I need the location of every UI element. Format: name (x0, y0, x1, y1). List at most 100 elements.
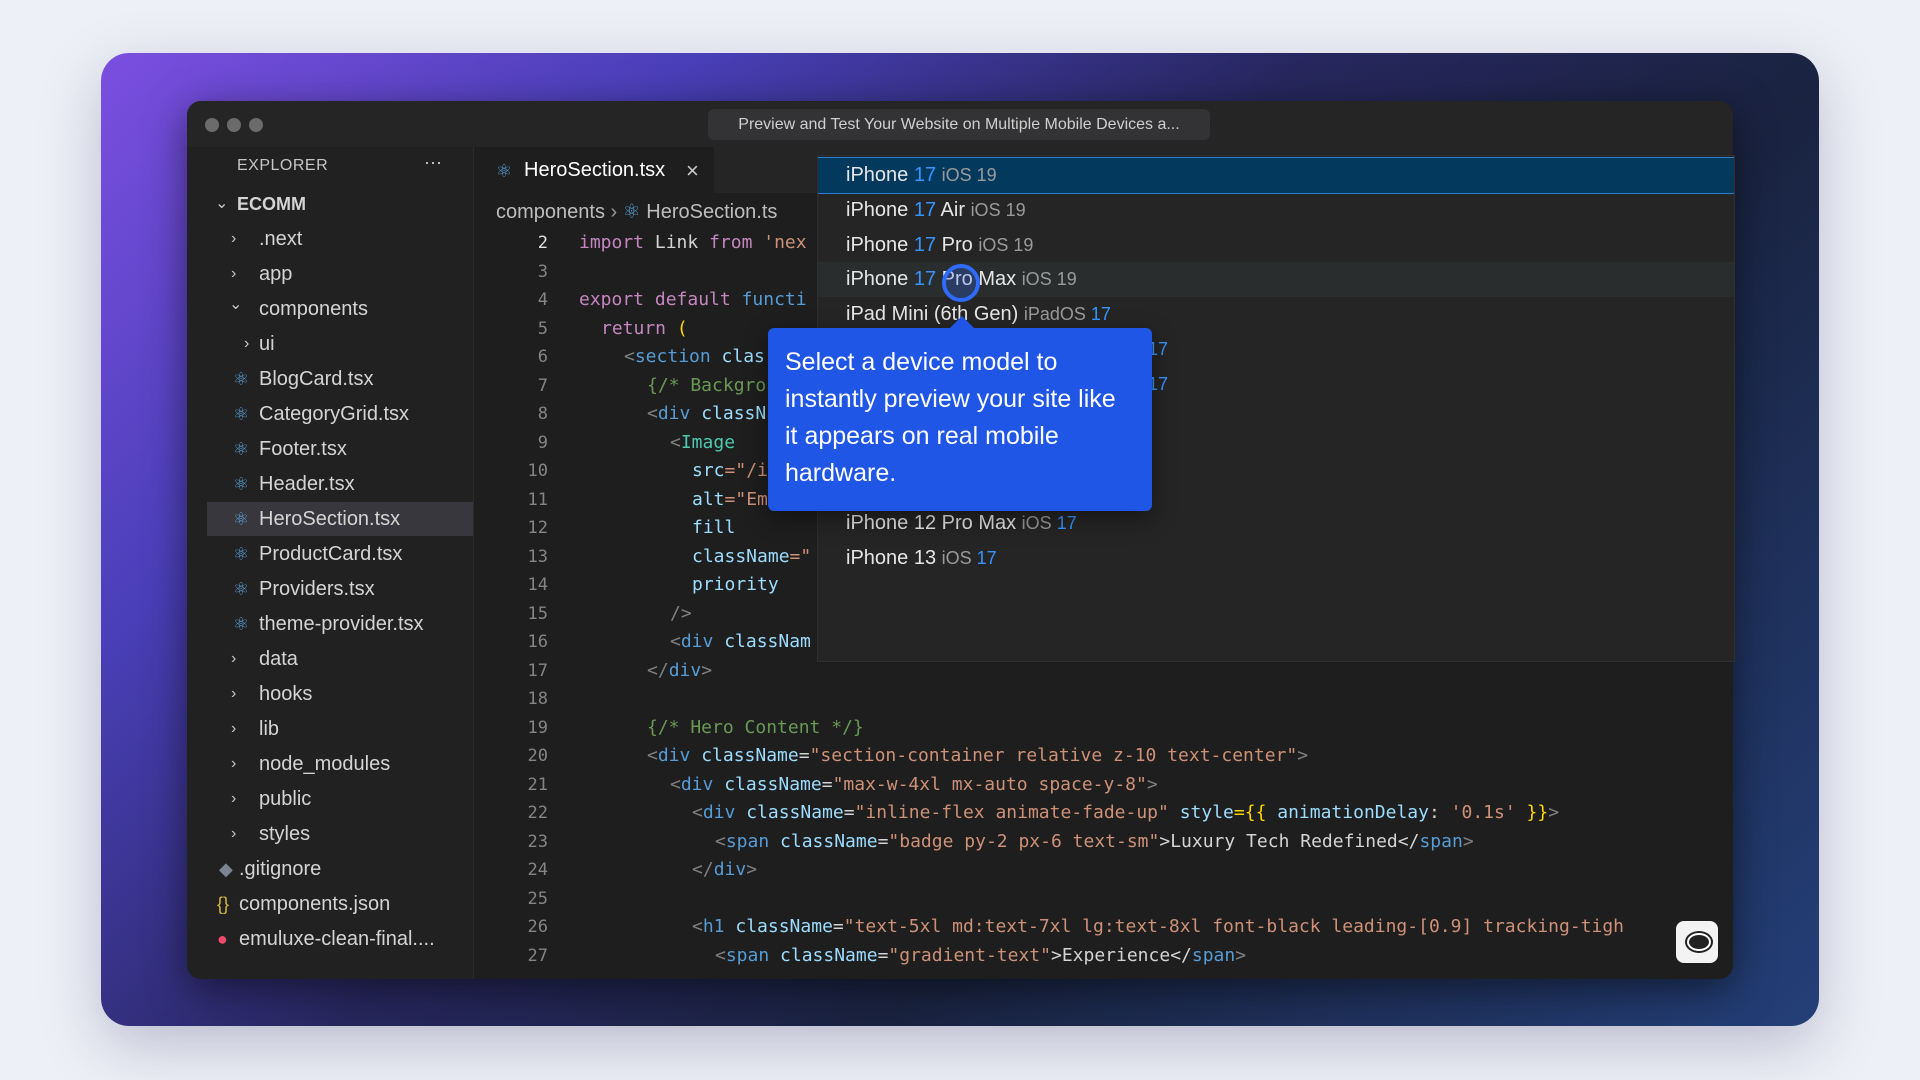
tab-herosection[interactable]: ⚛ HeroSection.tsx × (474, 147, 714, 195)
code-token: = (798, 745, 810, 766)
code-token: div (680, 631, 714, 652)
code-token: : (1428, 802, 1451, 823)
device-option[interactable]: iPhone 17 Pro iOS 19 (818, 228, 1734, 263)
close-window-dot[interactable] (205, 118, 219, 132)
line-number: 3 (537, 261, 548, 282)
breadcrumb-file[interactable]: HeroSection.ts (646, 201, 777, 223)
tree-item-herosection[interactable]: ⚛ HeroSection.tsx (207, 502, 473, 536)
device-option[interactable]: iPhone 17 iOS 19 (818, 157, 1734, 194)
tree-item-next[interactable]: › .next (207, 222, 473, 256)
tree-item-hooks[interactable]: › hooks (207, 677, 473, 711)
code-line-12: fill (692, 517, 735, 538)
tree-item-label: app (259, 263, 293, 285)
device-name-part: iPhone (846, 268, 914, 291)
device-option[interactable]: iPhone 17 Air iOS 19 (818, 193, 1734, 228)
code-token: < (692, 802, 703, 823)
react-icon: ⚛ (496, 161, 513, 181)
line-number: 26 (527, 917, 548, 937)
tree-item-emuluxe[interactable]: ● emuluxe-clean-final.... (207, 922, 473, 956)
code-token: = (821, 774, 833, 795)
tree-item-public[interactable]: › public (207, 782, 473, 816)
maximize-window-dot[interactable] (249, 118, 263, 132)
ellipsis-icon[interactable]: ⋯ (424, 153, 442, 174)
react-icon: ⚛ (233, 579, 250, 599)
device-name-part: 17 (913, 164, 937, 186)
code-token: functi (741, 289, 807, 310)
code-token: </ (692, 859, 714, 880)
tree-item-gitignore[interactable]: ◆ .gitignore (207, 852, 473, 886)
tree-item-label: .next (259, 228, 303, 250)
code-token: > (701, 660, 713, 681)
device-os-label: iOS 19 (978, 234, 1034, 255)
device-os-version: 17 (1090, 304, 1111, 325)
explorer-sidebar: EXPLORER ⋯ ⌄ ECOMM › .next › app ⌄ componen… (187, 147, 474, 979)
device-option-label: iPhone 17 Air iOS 19 (846, 193, 1026, 228)
tree-root-ecomm[interactable]: ⌄ ECOMM (207, 187, 473, 221)
tree-item-theme-provider[interactable]: ⚛ theme-provider.tsx (207, 607, 473, 641)
line-number: 21 (527, 774, 548, 795)
tree-item-data[interactable]: › data (207, 642, 473, 676)
tree-item-blogcard[interactable]: ⚛ BlogCard.tsx (207, 362, 473, 396)
code-token: animationDelay (1277, 802, 1429, 823)
device-option-label: iPhone 17 iOS 19 (846, 158, 997, 193)
device-name-part: iPhone (846, 164, 914, 186)
tree-item-components[interactable]: ⌄ components (207, 292, 473, 326)
code-token: className (735, 802, 844, 823)
code-token: ="/i (724, 460, 768, 481)
tree-item-header[interactable]: ⚛ Header.tsx (207, 467, 473, 501)
code-token: div (713, 859, 747, 880)
command-center-title[interactable]: Preview and Test Your Website on Multipl… (708, 109, 1210, 140)
tree-item-categorygrid[interactable]: ⚛ CategoryGrid.tsx (207, 397, 473, 431)
code-line-8: <div classN (647, 403, 766, 424)
code-line-17: </div> (647, 660, 712, 681)
device-option[interactable]: iPhone 12 Pro Max iOS 17 (818, 506, 1734, 541)
device-tooltip: Select a device model to instantly previ… (768, 316, 1152, 511)
code-token: < (670, 631, 681, 652)
code-line-2: import Link from 'nex (579, 233, 807, 253)
code-token: ( (676, 318, 688, 339)
tree-item-footer[interactable]: ⚛ Footer.tsx (207, 432, 473, 466)
code-line-24: </div> (692, 859, 757, 880)
device-option[interactable]: iPhone 13 iOS 17 (818, 541, 1734, 576)
chevron-right-icon: › (231, 650, 237, 667)
record-button[interactable] (1676, 921, 1718, 963)
code-line-22: <div className="inline-flex animate-fade… (692, 802, 1559, 823)
code-token: className (769, 945, 878, 966)
code-token: > (746, 859, 758, 880)
code-token: "gradient-text" (888, 945, 1051, 966)
tooltip-text: Select a device model to instantly previ… (785, 348, 1116, 487)
code-token: div (680, 774, 714, 795)
line-number: 10 (527, 461, 548, 481)
git-icon: ◆ (219, 859, 233, 879)
line-number: 12 (527, 518, 548, 538)
tree-item-label: components.json (239, 893, 391, 915)
device-os-label: iOS 19 (970, 199, 1026, 220)
code-token: ={{ (1233, 802, 1278, 823)
code-line-14: priority (692, 574, 779, 595)
tab-label: HeroSection.tsx (524, 159, 666, 181)
line-number: 19 (527, 717, 548, 738)
tree-item-providers[interactable]: ⚛ Providers.tsx (207, 572, 473, 606)
code-token: > (1235, 945, 1247, 966)
close-icon[interactable]: × (686, 158, 699, 184)
breadcrumb-folder[interactable]: components (496, 201, 605, 223)
line-number: 23 (527, 831, 548, 852)
device-os-label: iOS 19 (1021, 269, 1077, 290)
line-number: 15 (527, 603, 548, 624)
tree-item-lib[interactable]: › lib (207, 712, 473, 746)
tree-item-productcard[interactable]: ⚛ ProductCard.tsx (207, 537, 473, 571)
minimize-window-dot[interactable] (227, 118, 241, 132)
tree-item-styles[interactable]: › styles (207, 817, 473, 851)
code-token: >Experience</ (1050, 945, 1192, 966)
code-token: "max-w-4xl mx-auto space-y-8" (832, 774, 1147, 795)
tree-item-ui[interactable]: › ui (207, 327, 473, 361)
code-token: style (1168, 802, 1234, 823)
tree-item-node-modules[interactable]: › node_modules (207, 747, 473, 781)
device-os-label: iPadOS (1023, 304, 1091, 325)
chevron-down-icon: ⌄ (229, 296, 243, 313)
code-token: "badge py-2 px-6 text-sm" (888, 831, 1160, 852)
code-line-11: alt="Em (692, 489, 768, 510)
tree-item-components-json[interactable]: {} components.json (207, 887, 473, 921)
chevron-right-icon: › (231, 825, 237, 842)
tree-item-app[interactable]: › app (207, 257, 473, 291)
